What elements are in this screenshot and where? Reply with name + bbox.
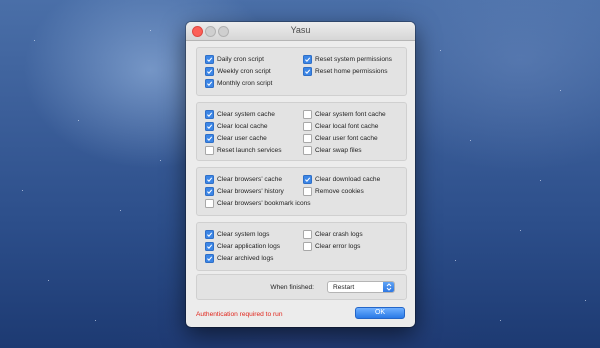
monthly-cron-checkbox[interactable]: Monthly cron script — [205, 79, 272, 88]
checkbox-label: Reset home permissions — [315, 68, 388, 75]
checkmark-icon — [207, 69, 213, 75]
checkbox-label: Reset system permissions — [315, 56, 392, 63]
checkmark-icon — [207, 232, 213, 238]
logs-group: Clear system logs Clear application logs… — [196, 222, 407, 271]
reset-launch-services-checkbox[interactable]: Reset launch services — [205, 146, 282, 155]
checkbox-label: Daily cron script — [217, 56, 264, 63]
checkbox-box — [205, 67, 214, 76]
checkbox-box — [205, 242, 214, 251]
checkbox-box — [303, 67, 312, 76]
clear-browsers-history-checkbox[interactable]: Clear browsers' history — [205, 187, 284, 196]
checkbox-box — [303, 55, 312, 64]
clear-user-cache-checkbox[interactable]: Clear user cache — [205, 134, 267, 143]
clear-local-font-cache-checkbox[interactable]: Clear local font cache — [303, 122, 378, 131]
checkbox-label: Clear swap files — [315, 147, 362, 154]
clear-user-font-cache-checkbox[interactable]: Clear user font cache — [303, 134, 378, 143]
when-finished-value: Restart — [333, 283, 355, 291]
checkbox-label: Clear browsers' history — [217, 188, 284, 195]
when-finished-label: When finished: — [270, 284, 314, 291]
checkbox-box — [303, 110, 312, 119]
checkbox-label: Clear error logs — [315, 243, 361, 250]
checkbox-label: Clear application logs — [217, 243, 281, 250]
checkbox-label: Clear browsers' cache — [217, 176, 283, 183]
checkbox-label: Clear browsers' bookmark icons — [217, 200, 311, 207]
checkbox-box — [205, 146, 214, 155]
checkmark-icon — [207, 57, 213, 63]
checkbox-box — [303, 242, 312, 251]
clear-system-cache-checkbox[interactable]: Clear system cache — [205, 110, 275, 119]
clear-local-cache-checkbox[interactable]: Clear local cache — [205, 122, 268, 131]
checkbox-box — [205, 187, 214, 196]
checkmark-icon — [207, 244, 213, 250]
weekly-cron-checkbox[interactable]: Weekly cron script — [205, 67, 271, 76]
yasu-window: Yasu Daily cron script Weekly cron scrip… — [186, 22, 415, 327]
checkbox-label: Clear local font cache — [315, 123, 379, 130]
daily-cron-checkbox[interactable]: Daily cron script — [205, 55, 264, 64]
checkmark-icon — [305, 69, 311, 75]
cache-group: Clear system cache Clear local cache Cle… — [196, 102, 407, 161]
checkbox-label: Clear system cache — [217, 111, 275, 118]
checkmark-icon — [207, 256, 213, 262]
clear-crash-logs-checkbox[interactable]: Clear crash logs — [303, 230, 363, 239]
ok-button[interactable]: OK — [355, 307, 405, 319]
checkbox-label: Clear crash logs — [315, 231, 363, 238]
checkmark-icon — [207, 81, 213, 87]
checkbox-box — [205, 122, 214, 131]
clear-system-logs-checkbox[interactable]: Clear system logs — [205, 230, 269, 239]
checkbox-label: Monthly cron script — [217, 80, 273, 87]
checkbox-label: Clear user font cache — [315, 135, 378, 142]
clear-download-cache-checkbox[interactable]: Clear download cache — [303, 175, 380, 184]
checkmark-icon — [207, 189, 213, 195]
title-bar: Yasu — [186, 22, 415, 41]
checkbox-box — [205, 110, 214, 119]
clear-application-logs-checkbox[interactable]: Clear application logs — [205, 242, 280, 251]
checkbox-box — [205, 230, 214, 239]
remove-cookies-checkbox[interactable]: Remove cookies — [303, 187, 364, 196]
checkbox-box — [205, 254, 214, 263]
maintenance-group: Daily cron script Weekly cron script Mon… — [196, 47, 407, 96]
checkbox-label: Remove cookies — [315, 188, 364, 195]
checkbox-label: Reset launch services — [217, 147, 282, 154]
checkmark-icon — [207, 177, 213, 183]
checkbox-box — [205, 175, 214, 184]
checkmark-icon — [207, 112, 213, 118]
checkbox-box — [205, 55, 214, 64]
checkbox-label: Clear system font cache — [315, 111, 386, 118]
auth-required-text: Authentication required to run — [196, 311, 283, 318]
checkbox-box — [205, 134, 214, 143]
checkbox-box — [303, 146, 312, 155]
checkbox-label: Clear system logs — [217, 231, 270, 238]
checkbox-box — [205, 199, 214, 208]
checkbox-box — [303, 122, 312, 131]
checkbox-box — [303, 187, 312, 196]
clear-browsers-bookmark-icons-checkbox[interactable]: Clear browsers' bookmark icons — [205, 199, 311, 208]
checkmark-icon — [305, 57, 311, 63]
reset-system-permissions-checkbox[interactable]: Reset system permissions — [303, 55, 392, 64]
clear-browsers-cache-checkbox[interactable]: Clear browsers' cache — [205, 175, 282, 184]
select-arrows-icon — [383, 282, 394, 292]
clear-error-logs-checkbox[interactable]: Clear error logs — [303, 242, 360, 251]
when-finished-select[interactable]: Restart — [327, 281, 395, 293]
reset-home-permissions-checkbox[interactable]: Reset home permissions — [303, 67, 388, 76]
clear-swap-files-checkbox[interactable]: Clear swap files — [303, 146, 362, 155]
clear-system-font-cache-checkbox[interactable]: Clear system font cache — [303, 110, 386, 119]
browser-group: Clear browsers' cache Clear browsers' hi… — [196, 167, 407, 216]
clear-archived-logs-checkbox[interactable]: Clear archived logs — [205, 254, 273, 263]
window-title: Yasu — [290, 25, 311, 35]
checkbox-box — [303, 230, 312, 239]
checkmark-icon — [305, 177, 311, 183]
checkbox-label: Clear user cache — [217, 135, 267, 142]
checkbox-label: Clear archived logs — [217, 255, 274, 262]
checkbox-box — [205, 79, 214, 88]
checkbox-label: Clear download cache — [315, 176, 381, 183]
checkbox-box — [303, 175, 312, 184]
checkmark-icon — [207, 136, 213, 142]
checkmark-icon — [207, 124, 213, 130]
checkbox-label: Clear local cache — [217, 123, 268, 130]
checkbox-label: Weekly cron script — [217, 68, 271, 75]
checkbox-box — [303, 134, 312, 143]
